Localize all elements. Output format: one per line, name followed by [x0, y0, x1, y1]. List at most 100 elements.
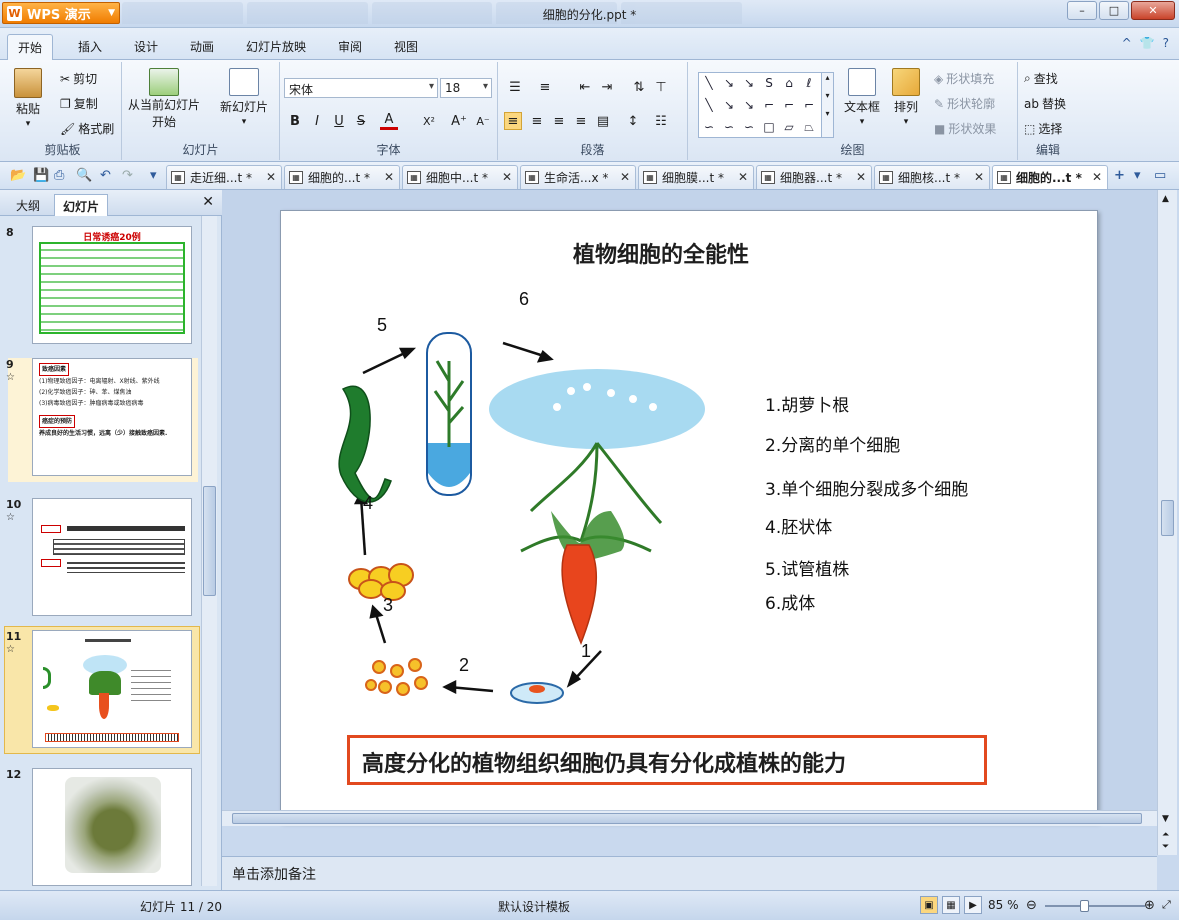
curved-arrow-icon[interactable]: ∽: [721, 119, 737, 135]
decrease-indent-icon[interactable]: ⇤: [576, 78, 594, 96]
tab-outline[interactable]: 大纲: [8, 194, 48, 216]
curved-double-arrow-icon[interactable]: ∽: [741, 119, 757, 135]
elbow-arrow-icon[interactable]: ⌐: [781, 97, 797, 113]
double-arrow-shape-icon[interactable]: ↘: [741, 75, 757, 91]
new-slide-button[interactable]: 新幻灯片 ▾: [220, 68, 268, 127]
close-tab-icon[interactable]: ✕: [502, 170, 512, 184]
align-center-icon[interactable]: ≡: [528, 112, 546, 130]
slide-sorter-icon[interactable]: ▦: [942, 896, 960, 914]
scroll-down-icon[interactable]: ▼: [1162, 814, 1169, 824]
slideshow-view-icon[interactable]: ▶: [964, 896, 982, 914]
align-left-icon[interactable]: ≡: [504, 112, 522, 130]
panel-scrollbar[interactable]: [201, 216, 217, 886]
doc-tab[interactable]: ▦ 细胞中...t * ✕: [402, 165, 518, 189]
menu-home[interactable]: 开始: [7, 34, 54, 60]
font-size-select[interactable]: 18: [440, 78, 492, 98]
next-slide-icon[interactable]: ⏷: [1162, 842, 1169, 852]
doc-tab[interactable]: ▦ 细胞的...t * ✕: [284, 165, 400, 189]
close-button[interactable]: ✕: [1131, 1, 1175, 20]
bullets-icon[interactable]: ☰: [506, 78, 524, 96]
close-panel-icon[interactable]: ✕: [202, 194, 214, 210]
numbering-icon[interactable]: ≡: [536, 78, 554, 96]
font-family-select[interactable]: 宋体: [284, 78, 438, 98]
scroll-thumb[interactable]: [203, 486, 216, 596]
scroll-thumb[interactable]: [1161, 500, 1174, 536]
line-spacing-icon[interactable]: ↕: [624, 112, 642, 130]
arrow-connector-icon[interactable]: ↘: [741, 97, 757, 113]
menu-view[interactable]: 视图: [394, 38, 418, 55]
select-button[interactable]: ⬚ 选择: [1024, 120, 1062, 137]
doc-tab[interactable]: ▦ 细胞器...t * ✕: [756, 165, 872, 189]
tab-slides[interactable]: 幻灯片: [54, 194, 109, 216]
font-color-button[interactable]: A: [380, 112, 398, 130]
menu-design[interactable]: 设计: [134, 38, 158, 55]
canvas-vertical-scrollbar[interactable]: ▲ ▼ ⏶ ⏷: [1157, 190, 1177, 855]
scroll-up-icon[interactable]: ▲: [1162, 194, 1169, 204]
text-direction-icon[interactable]: ⇅: [630, 78, 648, 96]
shape-effect-button[interactable]: ■ 形状效果: [934, 120, 996, 137]
skin-icon[interactable]: 👕: [1140, 36, 1155, 50]
paste-button[interactable]: 粘贴 ▾: [14, 68, 42, 129]
cut-button[interactable]: ✂ 剪切: [60, 70, 97, 87]
menu-animation[interactable]: 动画: [190, 38, 214, 55]
help-icon[interactable]: ?: [1163, 36, 1169, 50]
doc-tab-active[interactable]: ▦ 细胞的...t * ✕: [992, 165, 1108, 189]
zoom-out-icon[interactable]: ⊖: [1026, 898, 1037, 913]
menu-slideshow[interactable]: 幻灯片放映: [246, 38, 306, 55]
menu-review[interactable]: 审阅: [338, 38, 362, 55]
maximize-button[interactable]: □: [1099, 1, 1129, 20]
print-icon[interactable]: ⎙: [54, 168, 64, 183]
undo-icon[interactable]: ↶: [100, 168, 111, 183]
curve-shape-icon[interactable]: S: [761, 75, 777, 91]
elbow-connector-icon[interactable]: ⌐: [761, 97, 777, 113]
prev-slide-icon[interactable]: ⏶: [1162, 830, 1169, 840]
justify-icon[interactable]: ≡: [572, 112, 590, 130]
trapezoid-shape-icon[interactable]: ⏢: [801, 119, 817, 135]
increase-indent-icon[interactable]: ⇥: [598, 78, 616, 96]
zoom-slider-knob[interactable]: [1080, 900, 1089, 912]
copy-button[interactable]: ❐ 复制: [60, 95, 98, 112]
superscript-button[interactable]: X²: [420, 112, 438, 130]
parallelogram-shape-icon[interactable]: ▱: [781, 119, 797, 135]
notes-pane[interactable]: 单击添加备注: [222, 856, 1157, 890]
doc-tab[interactable]: ▦ 走近细...t * ✕: [166, 165, 282, 189]
close-tab-icon[interactable]: ✕: [974, 170, 984, 184]
curved-connector-icon[interactable]: ∽: [701, 119, 717, 135]
shrink-font-button[interactable]: A⁻: [474, 112, 492, 130]
rectangle-shape-icon[interactable]: □: [761, 119, 777, 135]
current-slide[interactable]: 植物细胞的全能性 5 6 4 3 2 1 1.胡萝卜根 2.分离的单个细胞 3.…: [280, 210, 1098, 822]
close-tab-icon[interactable]: ✕: [1092, 170, 1102, 184]
collapse-ribbon-icon[interactable]: ^: [1122, 36, 1132, 50]
columns-icon[interactable]: ☷: [652, 112, 670, 130]
fit-window-icon[interactable]: ⤢: [1162, 898, 1171, 912]
find-button[interactable]: ⌕ 查找: [1024, 70, 1058, 87]
underline-button[interactable]: U: [330, 112, 348, 130]
minimize-button[interactable]: –: [1067, 1, 1097, 20]
conclusion-textbox[interactable]: 高度分化的植物组织细胞仍具有分化成植株的能力: [347, 735, 987, 785]
close-tab-icon[interactable]: ✕: [738, 170, 748, 184]
strikethrough-button[interactable]: S: [352, 112, 370, 130]
doc-tab[interactable]: ▦ 细胞膜...t * ✕: [638, 165, 754, 189]
customize-toolbar-icon[interactable]: ▾: [150, 168, 157, 183]
shape-outline-button[interactable]: ✎ 形状轮廓: [934, 95, 995, 112]
grow-font-button[interactable]: A⁺: [450, 112, 468, 130]
open-icon[interactable]: 📂: [10, 168, 26, 183]
italic-button[interactable]: I: [308, 112, 326, 130]
elbow-double-arrow-icon[interactable]: ⌐: [801, 97, 817, 113]
play-from-current-button[interactable]: 从当前幻灯片 开始: [128, 68, 200, 130]
normal-view-icon[interactable]: ▣: [920, 896, 938, 914]
freeform-shape-icon[interactable]: ⌂: [781, 75, 797, 91]
align-text-icon[interactable]: ⊤: [652, 78, 670, 96]
doc-tab[interactable]: ▦ 细胞核...t * ✕: [874, 165, 990, 189]
arrow-connector-icon[interactable]: ↘: [721, 97, 737, 113]
close-tab-icon[interactable]: ✕: [620, 170, 630, 184]
textbox-button[interactable]: 文本框 ▾: [844, 68, 880, 127]
close-tab-icon[interactable]: ✕: [266, 170, 276, 184]
restore-panel-icon[interactable]: ▭: [1154, 168, 1166, 183]
distribute-icon[interactable]: ▤: [594, 112, 612, 130]
format-painter-button[interactable]: 🖌 格式刷: [60, 120, 114, 137]
align-right-icon[interactable]: ≡: [550, 112, 568, 130]
redo-icon[interactable]: ↷: [122, 168, 133, 183]
canvas-horizontal-scrollbar[interactable]: [222, 810, 1157, 826]
arrange-button[interactable]: 排列 ▾: [892, 68, 920, 127]
